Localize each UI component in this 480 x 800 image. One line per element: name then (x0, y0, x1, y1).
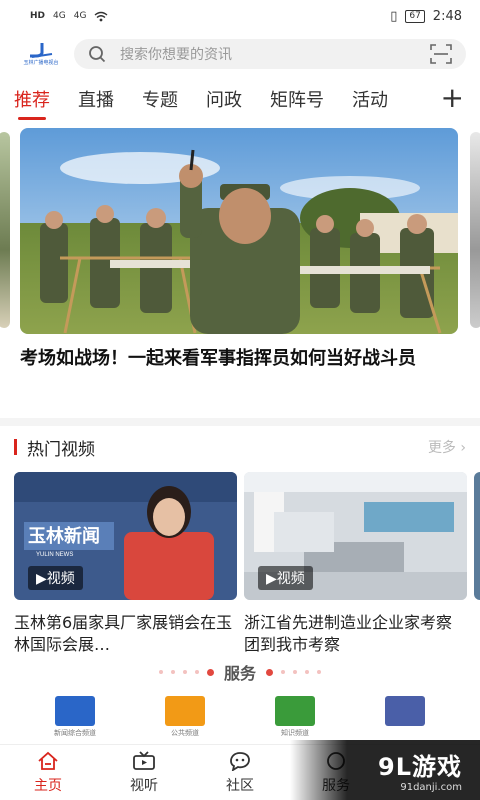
watermark-sub: 91danji.com (400, 782, 462, 793)
tab-topics[interactable]: 专题 (142, 86, 178, 112)
nav-media-label: 视听 (130, 777, 158, 794)
service-label: 新闻综合频道 (54, 729, 96, 737)
service-public-channel[interactable]: 公共频道 (150, 696, 220, 742)
video-title: 浙江省先进制造业企业家考察团到我市考察 (244, 613, 453, 654)
video-title: 玉林第6届家具厂家展销会在玉林国际会展… (14, 613, 233, 654)
page-dot (170, 670, 175, 674)
section-accent-bar (14, 439, 17, 455)
video-carousel: 玉林新闻 YULIN NEWS ▶视频 玉林第6届家具厂家展销会在玉林国际会展…… (0, 468, 480, 658)
service-fourth[interactable] (370, 696, 440, 742)
status-left: HD 4G 4G (30, 11, 108, 22)
thumb-caption: YULIN NEWS (36, 552, 73, 558)
community-icon (230, 751, 250, 771)
thumb-brand: 玉林新闻 (28, 525, 100, 546)
video-thumbnail: 玉林新闻 YULIN NEWS ▶视频 (14, 472, 237, 600)
page-dots-right (266, 668, 321, 676)
service-knowledge-channel[interactable]: 知识频道 (260, 696, 330, 742)
video-card[interactable]: ▶视频 浙江省先进制造业企业家考察团到我市考察 (244, 472, 467, 656)
scan-icon[interactable] (430, 44, 452, 64)
video-badge: ▶视频 (258, 566, 313, 590)
nav-community-label: 社区 (226, 777, 254, 794)
tab-recommend[interactable]: 推荐 (14, 86, 50, 120)
hot-video-title: 热门视频 (27, 439, 95, 460)
sim1-hd: HD (30, 11, 46, 21)
hero-carousel[interactable] (0, 122, 480, 334)
channel-logo-icon (275, 696, 315, 726)
nav-home-label: 主页 (34, 777, 62, 794)
home-icon (38, 751, 58, 770)
more-label: 更多 (427, 440, 456, 456)
nav-community[interactable]: 社区 (192, 745, 288, 800)
page-dot (194, 670, 199, 674)
service-row: 新闻综合频道 公共频道 知识频道 (0, 686, 480, 742)
tab-matrix[interactable]: 矩阵号 (270, 86, 324, 112)
battery-indicator: 67 (405, 9, 425, 23)
search-placeholder: 搜索你想要的资讯 (120, 47, 232, 63)
add-channel-icon[interactable]: + (434, 84, 464, 112)
service-label: 公共频道 (171, 729, 199, 737)
net1: 4G (53, 11, 66, 21)
carousel-next-peek (470, 132, 480, 328)
page-dot (317, 670, 321, 674)
page-dot-active (266, 668, 273, 676)
tab-activities[interactable]: 活动 (352, 86, 388, 112)
status-right: ▯ 67 2:48 (390, 9, 462, 24)
net2: 4G (73, 11, 87, 21)
service-news-channel[interactable]: 新闻综合频道 (40, 696, 110, 742)
hero-headline[interactable]: 考场如战场！一起来看军事指挥员如何当好战斗员 (0, 332, 480, 412)
search-input[interactable]: 搜索你想要的资讯 (74, 39, 466, 69)
search-row: 玉林广播电视台 搜索你想要的资讯 (0, 32, 480, 76)
page-dot (158, 670, 163, 674)
video-badge: ▶视频 (28, 566, 83, 590)
channel-logo-icon (165, 696, 205, 726)
services-header: 服务 (0, 658, 480, 686)
clock: 2:48 (432, 8, 462, 24)
video-badge-label: 视频 (46, 571, 75, 587)
tv-icon (133, 750, 155, 770)
channel-tabs: 推荐 直播 专题 问政 矩阵号 活动 + (0, 76, 480, 122)
site-watermark: 9L游戏 91danji.com (290, 740, 480, 800)
video-card-peek (474, 472, 480, 600)
hot-video-header: 热门视频 更多 › (0, 426, 480, 468)
app-logo[interactable]: 玉林广播电视台 (20, 39, 62, 69)
video-thumbnail (474, 472, 480, 600)
page-dot (182, 670, 187, 674)
page-dot (281, 670, 285, 674)
hero-photo (20, 128, 458, 334)
channel-logo-icon (55, 696, 95, 726)
watermark-main: 9L游戏 (378, 753, 462, 781)
hero-image[interactable] (20, 128, 458, 334)
page-dots-left (158, 668, 214, 676)
video-thumbnail: ▶视频 (244, 472, 467, 600)
chevron-right-icon: › (460, 440, 466, 456)
more-link[interactable]: 更多 › (428, 437, 466, 457)
carousel-prev-peek (0, 132, 10, 328)
nav-home[interactable]: 主页 (0, 745, 96, 800)
logo-text: 玉林广播电视台 (23, 60, 59, 66)
page-dot (293, 670, 297, 674)
service-label: 知识频道 (281, 729, 309, 737)
video-card[interactable]: 玉林新闻 YULIN NEWS ▶视频 玉林第6届家具厂家展销会在玉林国际会展… (14, 472, 237, 656)
vibrate-icon: ▯ (390, 8, 398, 24)
page-dot-active (206, 668, 214, 676)
logo-mark-icon (30, 43, 53, 58)
services-title: 服务 (223, 664, 256, 683)
page-dot (305, 670, 309, 674)
tab-inquiry[interactable]: 问政 (206, 86, 242, 112)
status-bar: HD 4G 4G ▯ 67 2:48 (0, 0, 480, 32)
wifi-icon (94, 11, 108, 21)
search-icon (89, 46, 106, 63)
section-divider (0, 418, 480, 426)
tab-live[interactable]: 直播 (78, 86, 114, 112)
nav-media[interactable]: 视听 (96, 745, 192, 800)
video-badge-label: 视频 (276, 571, 305, 587)
channel-logo-icon (385, 696, 425, 726)
